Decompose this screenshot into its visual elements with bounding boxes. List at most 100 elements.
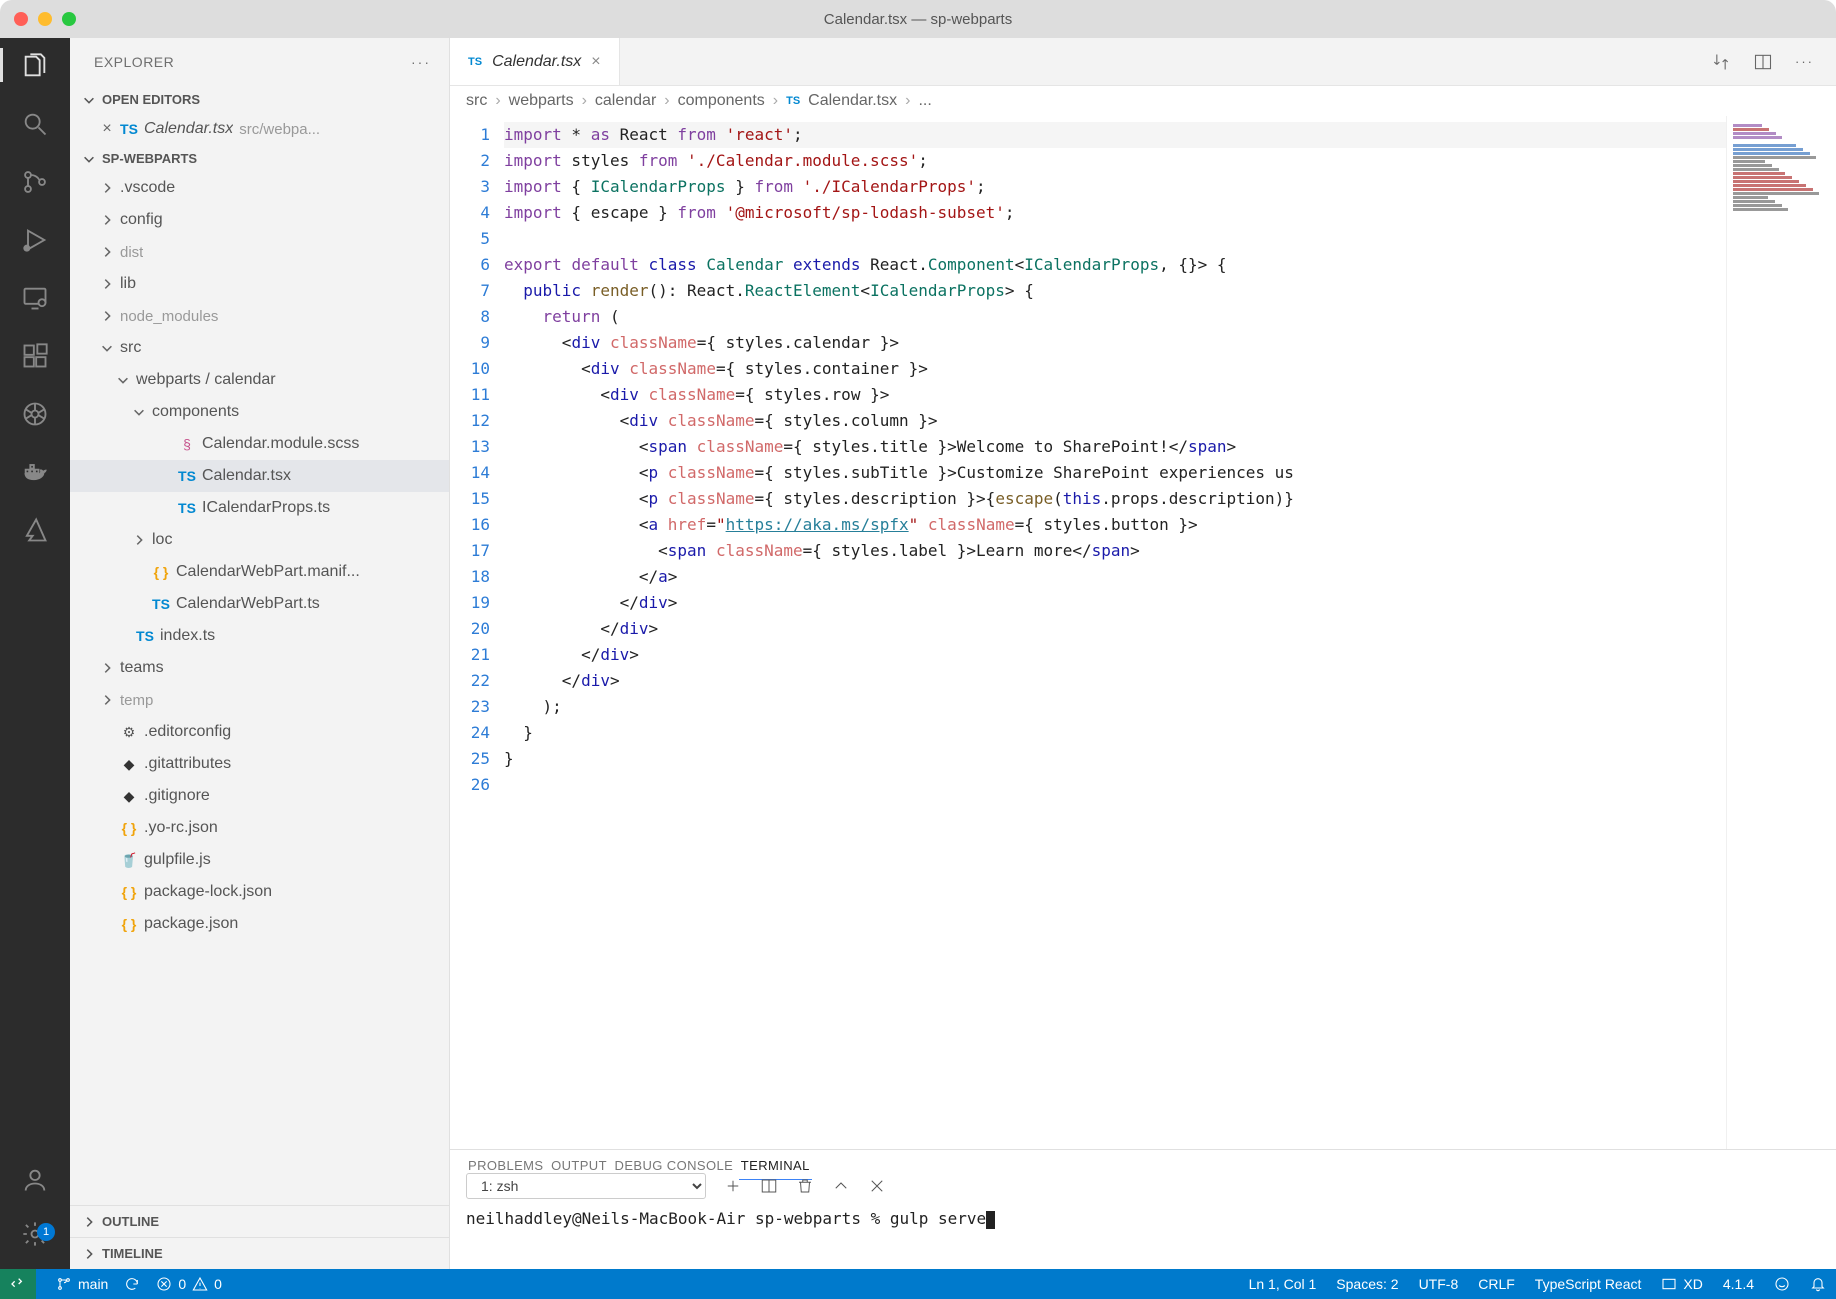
open-editor-item[interactable]: × TS Calendar.tsx src/webpa...: [70, 113, 449, 145]
file-item[interactable]: { }CalendarWebPart.manif...: [70, 556, 449, 588]
folder-item[interactable]: webparts / calendar: [70, 364, 449, 396]
folder-item[interactable]: node_modules: [70, 300, 449, 332]
open-editors-section[interactable]: OPEN EDITORS: [70, 86, 449, 113]
xd-status[interactable]: XD: [1661, 1276, 1702, 1292]
tab-bar: TS Calendar.tsx × ···: [450, 38, 1836, 86]
folder-item[interactable]: teams: [70, 652, 449, 684]
language-mode[interactable]: TypeScript React: [1535, 1276, 1642, 1292]
file-item[interactable]: { }package.json: [70, 908, 449, 940]
breadcrumb-item[interactable]: Calendar.tsx: [808, 92, 897, 110]
terminal-prompt: neilhaddley@Neils-MacBook-Air sp-webpart…: [466, 1209, 986, 1228]
compare-changes-icon[interactable]: [1711, 52, 1731, 72]
sync-button[interactable]: [124, 1276, 140, 1292]
status-bar: main 0 0 Ln 1, Col 1 Spaces: 2 UTF-8 CRL…: [0, 1269, 1836, 1299]
folder-section[interactable]: SP-WEBPARTS: [70, 145, 449, 172]
xd-icon: [1661, 1276, 1677, 1292]
file-item[interactable]: ◆.gitignore: [70, 780, 449, 812]
file-item[interactable]: { }.yo-rc.json: [70, 812, 449, 844]
timeline-section[interactable]: TIMELINE: [70, 1237, 449, 1269]
breadcrumb-item[interactable]: components: [678, 92, 765, 110]
file-item[interactable]: ⚙.editorconfig: [70, 716, 449, 748]
file-item[interactable]: TSCalendarWebPart.ts: [70, 588, 449, 620]
folder-item[interactable]: components: [70, 396, 449, 428]
new-terminal-icon[interactable]: [724, 1177, 742, 1195]
file-item[interactable]: §Calendar.module.scss: [70, 428, 449, 460]
docker-icon[interactable]: [21, 458, 49, 486]
explorer-sidebar: EXPLORER ··· OPEN EDITORS × TS Calendar.…: [70, 38, 450, 1269]
window-minimize-button[interactable]: [38, 12, 52, 26]
remote-explorer-icon[interactable]: [21, 284, 49, 312]
file-item[interactable]: ◆.gitattributes: [70, 748, 449, 780]
split-terminal-icon[interactable]: [760, 1177, 778, 1195]
cursor-position[interactable]: Ln 1, Col 1: [1249, 1276, 1317, 1292]
feedback-icon[interactable]: [1774, 1276, 1790, 1292]
notifications-icon[interactable]: [1810, 1276, 1826, 1292]
folder-item[interactable]: lib: [70, 268, 449, 300]
panel-tab-terminal[interactable]: TERMINAL: [739, 1152, 812, 1180]
outline-section[interactable]: OUTLINE: [70, 1205, 449, 1237]
chevron-right-icon: [82, 1247, 96, 1261]
kubernetes-icon[interactable]: [21, 400, 49, 428]
file-item[interactable]: TSICalendarProps.ts: [70, 492, 449, 524]
git-branch[interactable]: main: [56, 1276, 108, 1292]
code-editor[interactable]: import * as React from 'react';import st…: [504, 116, 1726, 1149]
breadcrumb-item[interactable]: src: [466, 92, 487, 110]
window-close-button[interactable]: [14, 12, 28, 26]
typescript-icon: TS: [786, 95, 800, 107]
source-control-icon[interactable]: [21, 168, 49, 196]
search-icon[interactable]: [21, 110, 49, 138]
panel: PROBLEMS OUTPUT DEBUG CONSOLE TERMINAL 1…: [450, 1149, 1836, 1269]
breadcrumb-item[interactable]: webparts: [509, 92, 574, 110]
folder-item[interactable]: src: [70, 332, 449, 364]
minimap[interactable]: [1726, 116, 1836, 1149]
breadcrumb-item[interactable]: calendar: [595, 92, 656, 110]
version-status[interactable]: 4.1.4: [1723, 1276, 1754, 1292]
close-icon[interactable]: ×: [100, 120, 114, 138]
explorer-title: EXPLORER: [94, 54, 174, 70]
titlebar: Calendar.tsx — sp-webparts: [0, 0, 1836, 38]
chevron-down-icon: [82, 93, 96, 107]
tab-calendar-tsx[interactable]: TS Calendar.tsx ×: [450, 38, 620, 85]
folder-item[interactable]: config: [70, 204, 449, 236]
file-item[interactable]: TSCalendar.tsx: [70, 460, 449, 492]
split-editor-icon[interactable]: [1753, 52, 1773, 72]
debug-icon[interactable]: [21, 226, 49, 254]
remote-indicator[interactable]: [0, 1269, 36, 1299]
activity-bar: 1: [0, 38, 70, 1269]
file-item[interactable]: { }package-lock.json: [70, 876, 449, 908]
extensions-icon[interactable]: [21, 342, 49, 370]
breadcrumb-item[interactable]: ...: [918, 92, 931, 110]
encoding-status[interactable]: UTF-8: [1419, 1276, 1459, 1292]
folder-item[interactable]: .vscode: [70, 172, 449, 204]
line-number-gutter: 1234567891011121314151617181920212223242…: [450, 116, 504, 1149]
azure-icon[interactable]: [21, 516, 49, 544]
breadcrumbs: src› webparts› calendar› components› TS …: [450, 86, 1836, 116]
branch-icon: [56, 1276, 72, 1292]
settings-badge: 1: [37, 1223, 55, 1241]
close-panel-icon[interactable]: [868, 1177, 886, 1195]
tab-label: Calendar.tsx: [492, 53, 581, 71]
window-maximize-button[interactable]: [62, 12, 76, 26]
folder-item[interactable]: temp: [70, 684, 449, 716]
folder-item[interactable]: loc: [70, 524, 449, 556]
explorer-more-icon[interactable]: ···: [411, 54, 431, 70]
kill-terminal-icon[interactable]: [796, 1177, 814, 1195]
explorer-icon[interactable]: [21, 52, 49, 80]
indentation-status[interactable]: Spaces: 2: [1336, 1276, 1398, 1292]
terminal-selector[interactable]: 1: zsh: [466, 1173, 706, 1199]
account-icon[interactable]: [21, 1166, 49, 1194]
file-item[interactable]: TSindex.ts: [70, 620, 449, 652]
problems-status[interactable]: 0 0: [156, 1276, 222, 1292]
terminal[interactable]: neilhaddley@Neils-MacBook-Air sp-webpart…: [450, 1199, 1836, 1269]
eol-status[interactable]: CRLF: [1478, 1276, 1515, 1292]
typescript-icon: TS: [468, 56, 482, 68]
tab-close-icon[interactable]: ×: [591, 53, 600, 71]
file-item[interactable]: 🥤gulpfile.js: [70, 844, 449, 876]
folder-item[interactable]: dist: [70, 236, 449, 268]
editor-more-icon[interactable]: ···: [1795, 54, 1814, 69]
maximize-panel-icon[interactable]: [832, 1177, 850, 1195]
error-icon: [156, 1276, 172, 1292]
cursor: [986, 1211, 995, 1229]
window-title: Calendar.tsx — sp-webparts: [824, 11, 1012, 28]
chevron-right-icon: [82, 1215, 96, 1229]
